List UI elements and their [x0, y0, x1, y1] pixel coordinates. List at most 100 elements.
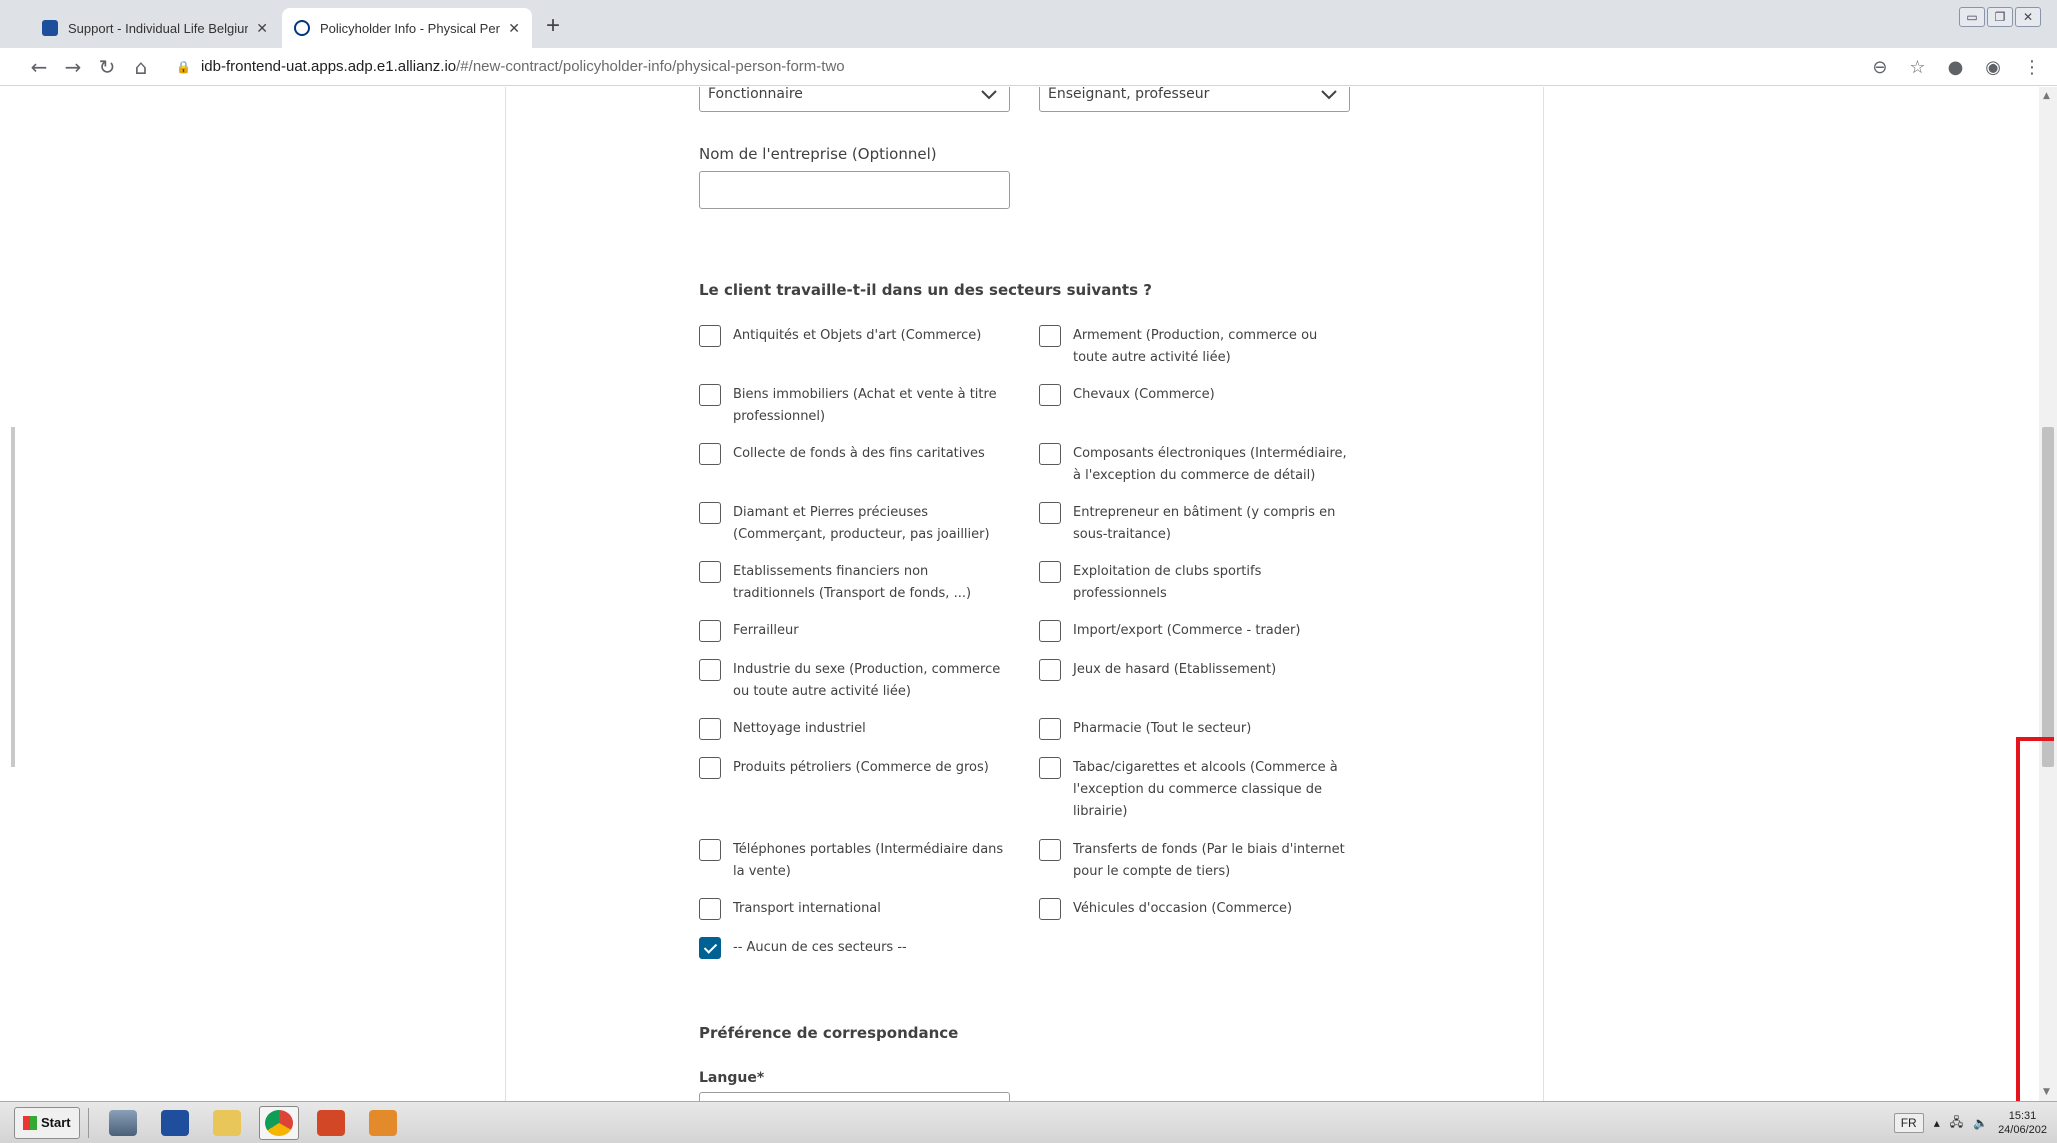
sector-checkbox-biens-immobiliers[interactable]: Biens immobiliers (Achat et vente à titr… — [699, 384, 1009, 428]
taskbar-app-powerpoint[interactable] — [311, 1106, 351, 1140]
tray-expand-icon[interactable]: ▴ — [1934, 1116, 1940, 1130]
checkbox-label: Tabac/cigarettes et alcools (Commerce à … — [1073, 760, 1338, 819]
checkbox-label: Transport international — [733, 901, 881, 916]
forward-arrow-icon[interactable]: → — [56, 55, 90, 79]
checkbox-label: Nettoyage industriel — [733, 721, 866, 736]
close-tab-icon[interactable]: ✕ — [256, 20, 268, 37]
checkbox-box[interactable] — [1039, 718, 1061, 740]
taskbar-app-explorer[interactable] — [207, 1106, 247, 1140]
checkbox-box[interactable] — [699, 620, 721, 642]
sector-checkbox-transferts-fonds[interactable]: Transferts de fonds (Par le biais d'inte… — [1039, 839, 1349, 883]
sector-checkbox-vehicules-occasion[interactable]: Véhicules d'occasion (Commerce) — [1039, 898, 1349, 920]
checkbox-box[interactable] — [699, 898, 721, 920]
checkbox-box[interactable] — [699, 325, 721, 347]
sector-checkbox-clubs-sportifs[interactable]: Exploitation de clubs sportifs professio… — [1039, 561, 1349, 605]
sector-checkbox-telephones[interactable]: Téléphones portables (Intermédiaire dans… — [699, 839, 1009, 883]
browser-toolbar: ← → ↻ ⌂ 🔒 idb-frontend-uat.apps.adp.e1.a… — [0, 48, 2057, 86]
checkbox-box[interactable] — [1039, 659, 1061, 681]
zoom-icon[interactable]: ⊖ — [1872, 57, 1887, 78]
checkbox-box[interactable] — [1039, 384, 1061, 406]
checkbox-box[interactable] — [1039, 325, 1061, 347]
reload-icon[interactable]: ↻ — [90, 55, 124, 79]
sector-checkbox-import-export[interactable]: Import/export (Commerce - trader) — [1039, 620, 1349, 642]
sector-checkbox-tabac[interactable]: Tabac/cigarettes et alcools (Commerce à … — [1039, 757, 1349, 823]
bookmark-star-icon[interactable]: ☆ — [1909, 57, 1925, 78]
tab-support[interactable]: Support - Individual Life Belgium - All … — [30, 8, 280, 48]
sector-checkbox-collecte-fonds[interactable]: Collecte de fonds à des fins caritatives — [699, 443, 1009, 465]
extension-icon[interactable]: ● — [1948, 57, 1964, 78]
sector-checkbox-industrie-sexe[interactable]: Industrie du sexe (Production, commerce … — [699, 659, 1009, 703]
taskbar-app-server-manager[interactable] — [103, 1106, 143, 1140]
checkbox-box[interactable] — [699, 659, 721, 681]
checkbox-box-checked[interactable] — [699, 937, 721, 959]
sector-checkbox-composants-electroniques[interactable]: Composants électroniques (Intermédiaire,… — [1039, 443, 1349, 487]
status-select-value: Fonctionnaire — [708, 87, 803, 102]
checkbox-box[interactable] — [699, 561, 721, 583]
folder-icon — [212, 1109, 241, 1136]
checkbox-label: Produits pétroliers (Commerce de gros) — [733, 760, 989, 775]
sector-checkbox-produits-petroliers[interactable]: Produits pétroliers (Commerce de gros) — [699, 757, 1009, 779]
correspondence-title: Préférence de correspondance — [699, 1024, 959, 1042]
taskbar-app-powershell[interactable] — [155, 1106, 195, 1140]
checkbox-box[interactable] — [1039, 839, 1061, 861]
volume-icon[interactable]: 🔈 — [1973, 1116, 1988, 1130]
sector-checkbox-etablissements-financiers[interactable]: Etablissements financiers non traditionn… — [699, 561, 1009, 605]
scroll-up-arrow-icon[interactable]: ▲ — [2043, 91, 2050, 101]
sector-checkbox-nettoyage[interactable]: Nettoyage industriel — [699, 718, 1009, 740]
new-tab-icon[interactable]: + — [546, 12, 560, 40]
sector-checkbox-chevaux[interactable]: Chevaux (Commerce) — [1039, 384, 1349, 406]
sector-checkbox-ferrailleur[interactable]: Ferrailleur — [699, 620, 1009, 642]
menu-dots-icon[interactable]: ⋮ — [2023, 57, 2041, 78]
sector-checkbox-pharmacie[interactable]: Pharmacie (Tout le secteur) — [1039, 718, 1349, 740]
back-arrow-icon[interactable]: ← — [22, 55, 56, 79]
sector-checkbox-entrepreneur-batiment[interactable]: Entrepreneur en bâtiment (y compris en s… — [1039, 502, 1349, 546]
system-tray: FR ▴ 🖧 🔈 15:31 24/06/202 — [1893, 1102, 2047, 1143]
scroll-thumb[interactable] — [2042, 427, 2054, 767]
restore-icon[interactable]: ❐ — [1987, 7, 2013, 27]
language-label: Langue* — [699, 1070, 765, 1086]
close-tab-icon[interactable]: ✕ — [508, 20, 520, 37]
sector-checkbox-jeux-hasard[interactable]: Jeux de hasard (Etablissement) — [1039, 659, 1349, 681]
status-select[interactable]: Fonctionnaire — [699, 87, 1010, 112]
taskbar-app-outlook[interactable] — [363, 1106, 403, 1140]
checkbox-box[interactable] — [699, 384, 721, 406]
checkbox-label: Composants électroniques (Intermédiaire,… — [1073, 446, 1347, 483]
network-icon[interactable]: 🖧 — [1950, 1113, 1963, 1134]
checkbox-box[interactable] — [699, 502, 721, 524]
server-manager-icon — [108, 1109, 137, 1136]
checkbox-box[interactable] — [1039, 757, 1061, 779]
clock-time: 15:31 — [2008, 1110, 2037, 1122]
tab-label: Policyholder Info - Physical Person - — [320, 20, 500, 36]
profession-select[interactable]: Enseignant, professeur — [1039, 87, 1350, 112]
checkbox-box[interactable] — [699, 443, 721, 465]
checkbox-box[interactable] — [1039, 898, 1061, 920]
language-select[interactable] — [699, 1092, 1010, 1101]
sector-checkbox-armement[interactable]: Armement (Production, commerce ou toute … — [1039, 325, 1349, 369]
checkbox-label: Armement (Production, commerce ou toute … — [1073, 328, 1318, 365]
checkbox-box[interactable] — [1039, 620, 1061, 642]
checkbox-box[interactable] — [1039, 561, 1061, 583]
profile-icon[interactable]: ◉ — [1985, 57, 2001, 78]
start-button[interactable]: Start — [14, 1106, 80, 1139]
sector-checkbox-transport-international[interactable]: Transport international — [699, 898, 1009, 920]
taskbar-app-chrome[interactable] — [258, 1105, 299, 1140]
address-bar[interactable]: 🔒 idb-frontend-uat.apps.adp.e1.allianz.i… — [176, 58, 845, 75]
close-window-icon[interactable]: ✕ — [2015, 7, 2041, 27]
chevron-down-icon — [981, 90, 997, 100]
clock[interactable]: 15:31 24/06/202 — [1998, 1109, 2047, 1137]
checkbox-box[interactable] — [699, 839, 721, 861]
input-language[interactable]: FR — [1893, 1113, 1924, 1133]
checkbox-box[interactable] — [699, 757, 721, 779]
company-name-input[interactable] — [699, 171, 1010, 209]
checkbox-box[interactable] — [699, 718, 721, 740]
red-highlight-box — [2016, 737, 2054, 1143]
sector-checkbox-antiquites[interactable]: Antiquités et Objets d'art (Commerce) — [699, 325, 1009, 347]
home-icon[interactable]: ⌂ — [124, 55, 158, 79]
minimize-icon[interactable]: ▭ — [1959, 7, 1985, 27]
sector-checkbox-diamant[interactable]: Diamant et Pierres précieuses (Commerçan… — [699, 502, 1009, 546]
outlook-icon — [368, 1109, 397, 1136]
checkbox-box[interactable] — [1039, 502, 1061, 524]
sector-checkbox-aucun[interactable]: -- Aucun de ces secteurs -- — [699, 937, 1009, 959]
tab-policyholder-info[interactable]: Policyholder Info - Physical Person - ✕ — [282, 8, 532, 48]
checkbox-box[interactable] — [1039, 443, 1061, 465]
